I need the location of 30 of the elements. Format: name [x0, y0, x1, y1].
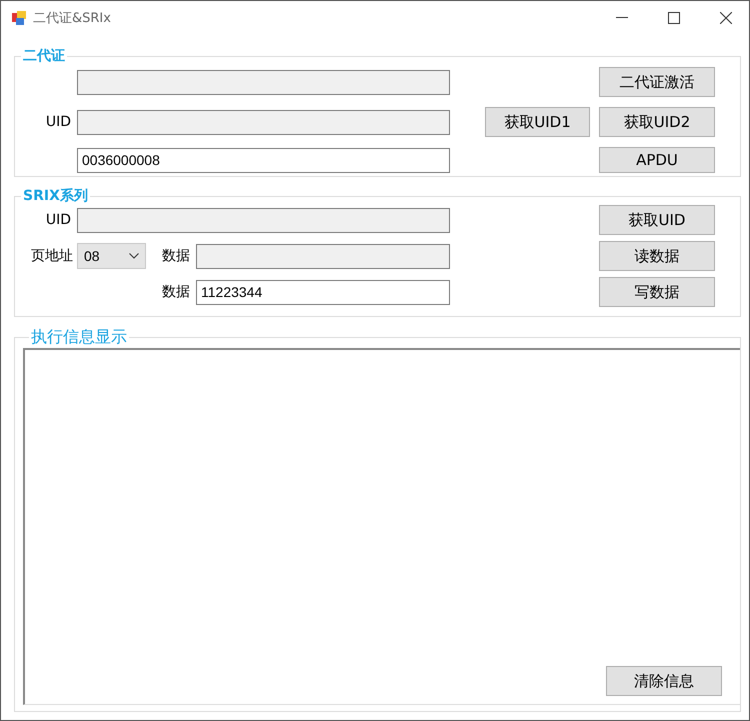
page-address-dropdown[interactable]: 08: [77, 243, 146, 269]
close-icon[interactable]: [720, 12, 732, 24]
group-title: 执行信息显示: [30, 327, 128, 348]
action-button[interactable]: 写数据: [599, 277, 715, 307]
field-label: 数据: [162, 247, 190, 265]
group-title: 二代证: [22, 47, 66, 65]
text-field[interactable]: [77, 110, 450, 134]
action-button[interactable]: 获取UID: [599, 205, 715, 235]
log-area[interactable]: 清除信息: [23, 348, 740, 705]
action-button[interactable]: 二代证激活: [599, 67, 715, 97]
action-button[interactable]: 读数据: [599, 241, 715, 271]
text-field[interactable]: 0036000008: [77, 148, 450, 172]
action-button[interactable]: 获取UID1: [485, 107, 590, 137]
text-field[interactable]: [77, 70, 450, 94]
window-title: 二代证&SRIx: [33, 10, 112, 27]
app-icon: [11, 10, 27, 26]
text-field[interactable]: [77, 208, 450, 232]
maximize-icon[interactable]: [668, 12, 680, 24]
chevron-down-icon: [129, 253, 139, 259]
text-field[interactable]: 11223344: [196, 280, 450, 304]
minimize-icon[interactable]: [616, 17, 628, 19]
action-button[interactable]: APDU: [599, 147, 715, 173]
field-label: UID: [46, 212, 71, 228]
field-label: 数据: [162, 283, 190, 301]
group-title: SRIX系列: [22, 187, 89, 205]
text-field[interactable]: [196, 244, 450, 268]
field-label: UID: [46, 114, 71, 130]
clear-button[interactable]: 清除信息: [606, 666, 722, 696]
action-button[interactable]: 获取UID2: [599, 107, 715, 137]
field-label: 页地址: [31, 247, 73, 265]
